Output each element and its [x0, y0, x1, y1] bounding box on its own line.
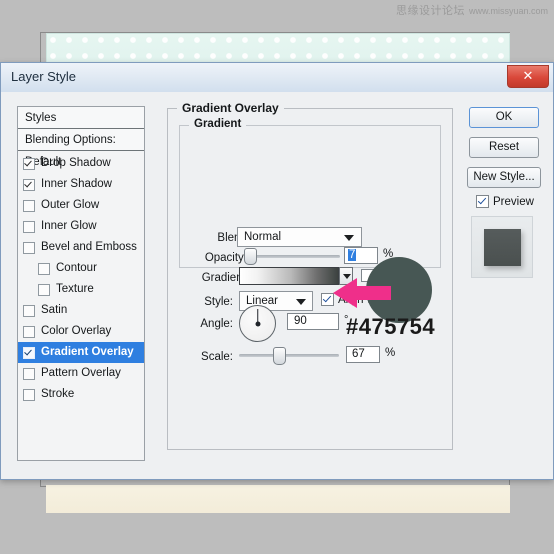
style-item-checkbox[interactable] [23, 157, 35, 170]
style-item-checkbox[interactable] [23, 220, 35, 233]
arrow-icon [333, 278, 391, 308]
style-effects-list: Drop Shadow Inner Shadow Outer Glow Inner G… [18, 151, 144, 405]
style-item-label: Inner Glow [41, 220, 97, 232]
angle-value: 90 [294, 315, 307, 327]
style-item-outer-glow[interactable]: Outer Glow [18, 195, 144, 216]
style-item-pattern-overlay[interactable]: Pattern Overlay [18, 363, 144, 384]
style-item-label: Outer Glow [41, 199, 100, 211]
style-item-checkbox[interactable] [23, 178, 35, 191]
dialog-titlebar[interactable]: Layer Style ✕ [1, 63, 553, 93]
styles-header: Styles [18, 107, 144, 129]
scale-value: 67 [352, 348, 365, 360]
angle-label: Angle: [200, 318, 233, 330]
style-item-checkbox[interactable] [38, 283, 50, 296]
style-item-label: Contour [56, 262, 97, 274]
style-item-satin[interactable]: Satin [18, 300, 144, 321]
scale-slider-track[interactable] [239, 354, 339, 357]
blending-options-item[interactable]: Blending Options: Default [18, 129, 144, 168]
style-item-checkbox[interactable] [23, 304, 35, 317]
opacity-input[interactable]: 7 [344, 247, 378, 264]
preview-checkbox-box [476, 195, 489, 208]
scale-input[interactable]: 67 [346, 346, 380, 363]
scale-unit: % [385, 347, 396, 359]
chevron-down-icon [344, 235, 354, 241]
style-item-label: Inner Shadow [41, 178, 112, 190]
watermark-en: www.missyuan.com [468, 6, 548, 16]
style-item-stroke[interactable]: Stroke [18, 384, 144, 405]
style-item-contour[interactable]: Contour [18, 258, 144, 279]
gradient-preview-swatch[interactable] [239, 267, 339, 285]
scale-label: Scale: [201, 351, 233, 363]
mint-banner [46, 33, 510, 65]
style-item-color-overlay[interactable]: Color Overlay [18, 321, 144, 342]
style-item-label: Color Overlay [41, 325, 112, 337]
blend-mode-select[interactable]: Normal [237, 227, 362, 247]
style-label: Style: [204, 296, 233, 308]
style-item-inner-glow[interactable]: Inner Glow [18, 216, 144, 237]
gradient-legend: Gradient [189, 118, 247, 130]
watermark-cn: 思缘设计论坛 [395, 5, 465, 17]
styles-panel: Styles Blending Options: Default Drop Sh… [17, 106, 145, 461]
ok-button[interactable]: OK [469, 107, 539, 128]
preview-label: Preview [493, 195, 534, 208]
style-item-bevel-and-emboss[interactable]: Bevel and Emboss [18, 237, 144, 258]
dialog-body: Styles Blending Options: Default Drop Sh… [1, 92, 553, 479]
style-item-label: Satin [41, 304, 68, 316]
style-item-label: Texture [56, 283, 94, 295]
style-item-label: Pattern Overlay [41, 367, 121, 379]
gradient-overlay-legend: Gradient Overlay [177, 101, 284, 115]
style-item-checkbox[interactable] [23, 325, 35, 338]
style-item-checkbox[interactable] [23, 199, 35, 212]
cream-banner [46, 485, 510, 513]
style-item-label: Drop Shadow [41, 157, 111, 169]
style-item-label: Bevel and Emboss [41, 241, 137, 253]
hex-code-annotation: #475754 [346, 314, 436, 339]
new-style-button[interactable]: New Style... [467, 167, 541, 188]
scale-slider-thumb[interactable] [273, 347, 286, 365]
opacity-value: 7 [348, 249, 357, 261]
opacity-slider-thumb[interactable] [244, 248, 257, 265]
style-item-label: Gradient Overlay [41, 346, 134, 358]
reset-button[interactable]: Reset [469, 137, 539, 158]
watermark: 思缘设计论坛 www.missyuan.com [396, 2, 548, 18]
preview-checkbox[interactable]: Preview [476, 195, 534, 208]
style-item-gradient-overlay[interactable]: Gradient Overlay [18, 342, 144, 363]
opacity-slider-track[interactable] [255, 255, 340, 258]
style-item-inner-shadow[interactable]: Inner Shadow [18, 174, 144, 195]
angle-dial-center [255, 321, 260, 326]
style-item-checkbox[interactable] [38, 262, 50, 275]
style-item-texture[interactable]: Texture [18, 279, 144, 300]
layer-style-dialog: Layer Style ✕ Styles Blending Options: D… [0, 62, 554, 480]
close-icon[interactable]: ✕ [507, 65, 549, 88]
opacity-label: Opacity: [204, 252, 247, 264]
style-item-checkbox[interactable] [23, 346, 35, 359]
angle-dial[interactable] [239, 305, 276, 342]
dialog-title: Layer Style [11, 69, 77, 84]
style-item-checkbox[interactable] [23, 367, 35, 380]
style-item-label: Stroke [41, 388, 75, 400]
chevron-down-icon [296, 299, 306, 305]
style-item-checkbox[interactable] [23, 241, 35, 254]
preview-thumbnail [471, 216, 533, 278]
preview-thumbnail-shape [484, 229, 521, 266]
blend-mode-value: Normal [244, 231, 282, 243]
angle-input[interactable]: 90 [287, 313, 339, 330]
style-item-checkbox[interactable] [23, 388, 35, 401]
